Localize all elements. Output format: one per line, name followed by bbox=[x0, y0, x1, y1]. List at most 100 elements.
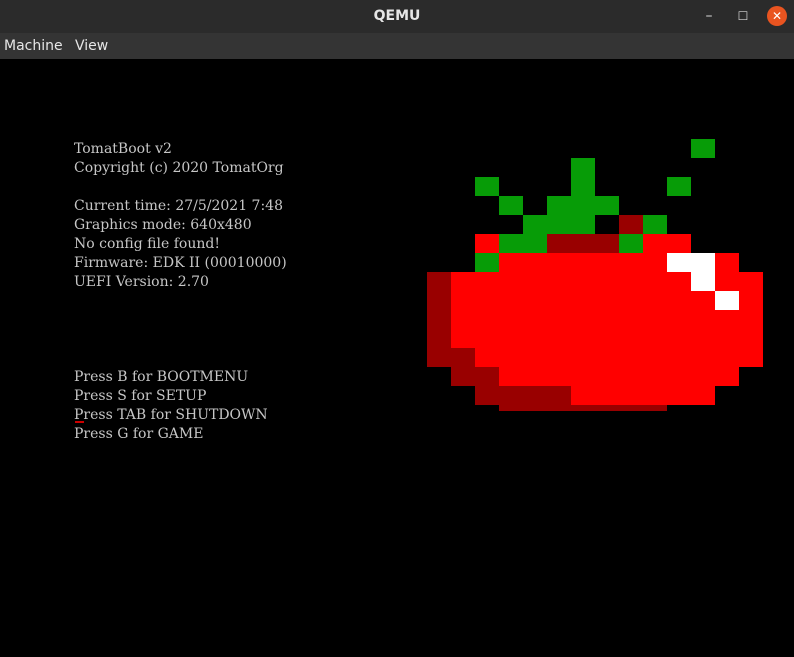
logo-pixel bbox=[619, 272, 643, 291]
logo-pixel bbox=[571, 272, 595, 291]
logo-pixel bbox=[523, 253, 547, 272]
logo-pixel bbox=[547, 329, 571, 348]
logo-pixel bbox=[499, 329, 523, 348]
logo-pixel bbox=[667, 291, 691, 310]
logo-pixel bbox=[547, 215, 571, 234]
logo-pixel bbox=[595, 367, 619, 386]
logo-pixel bbox=[451, 367, 475, 386]
graphics-mode-line: Graphics mode: 640x480 bbox=[74, 217, 252, 233]
logo-pixel bbox=[475, 367, 499, 386]
hint-shutdown: Press TAB for SHUTDOWN bbox=[74, 407, 268, 423]
logo-pixel bbox=[667, 386, 691, 405]
logo-pixel bbox=[595, 348, 619, 367]
logo-pixel bbox=[427, 348, 451, 367]
logo-pixel bbox=[571, 291, 595, 310]
logo-pixel bbox=[643, 310, 667, 329]
firmware-line: Firmware: EDK II (00010000) bbox=[74, 255, 287, 271]
title-bar: QEMU – ☐ ✕ bbox=[0, 0, 794, 33]
logo-pixel bbox=[691, 253, 715, 272]
menu-machine[interactable]: Machine bbox=[4, 33, 63, 59]
logo-pixel bbox=[595, 310, 619, 329]
logo-pixel bbox=[571, 215, 595, 234]
logo-pixel bbox=[643, 234, 667, 253]
close-button[interactable]: ✕ bbox=[767, 6, 787, 26]
logo-pixel bbox=[547, 386, 571, 405]
logo-pixel bbox=[691, 139, 715, 158]
vm-display[interactable]: TomatBoot v2 Copyright (c) 2020 TomatOrg … bbox=[0, 59, 794, 657]
logo-pixel bbox=[451, 272, 475, 291]
logo-pixel bbox=[499, 386, 523, 405]
logo-pixel bbox=[475, 291, 499, 310]
logo-pixel bbox=[691, 272, 715, 291]
logo-pixel bbox=[523, 215, 547, 234]
copyright-line: Copyright (c) 2020 TomatOrg bbox=[74, 160, 284, 176]
minimize-button[interactable]: – bbox=[699, 6, 719, 26]
logo-pixel bbox=[523, 310, 547, 329]
logo-pixel bbox=[547, 348, 571, 367]
logo-pixel bbox=[523, 348, 547, 367]
logo-pixel bbox=[427, 310, 451, 329]
logo-pixel bbox=[715, 310, 739, 329]
logo-pixel bbox=[523, 405, 547, 411]
maximize-button[interactable]: ☐ bbox=[733, 6, 753, 26]
boot-title: TomatBoot v2 bbox=[74, 141, 172, 157]
logo-pixel bbox=[523, 367, 547, 386]
logo-pixel bbox=[571, 329, 595, 348]
logo-pixel bbox=[691, 348, 715, 367]
logo-pixel bbox=[475, 348, 499, 367]
logo-pixel bbox=[715, 348, 739, 367]
logo-pixel bbox=[643, 329, 667, 348]
logo-pixel bbox=[571, 405, 595, 411]
logo-pixel bbox=[475, 386, 499, 405]
logo-pixel bbox=[715, 253, 739, 272]
logo-pixel bbox=[499, 253, 523, 272]
logo-pixel bbox=[571, 348, 595, 367]
logo-pixel bbox=[619, 215, 643, 234]
logo-pixel bbox=[667, 310, 691, 329]
menu-bar: Machine View bbox=[0, 33, 794, 59]
logo-pixel bbox=[427, 291, 451, 310]
logo-pixel bbox=[451, 291, 475, 310]
logo-pixel bbox=[691, 386, 715, 405]
hint-bootmenu: Press B for BOOTMENU bbox=[74, 369, 249, 385]
logo-pixel bbox=[667, 329, 691, 348]
uefi-version-line: UEFI Version: 2.70 bbox=[74, 274, 209, 290]
window-title: QEMU bbox=[373, 8, 421, 24]
logo-pixel bbox=[547, 310, 571, 329]
logo-pixel bbox=[619, 234, 643, 253]
logo-pixel bbox=[475, 234, 499, 253]
logo-pixel bbox=[571, 253, 595, 272]
logo-pixel bbox=[475, 310, 499, 329]
logo-pixel bbox=[571, 386, 595, 405]
logo-pixel bbox=[595, 196, 619, 215]
logo-pixel bbox=[571, 234, 595, 253]
logo-pixel bbox=[595, 405, 619, 411]
logo-pixel bbox=[571, 196, 595, 215]
logo-pixel bbox=[499, 291, 523, 310]
logo-pixel bbox=[523, 386, 547, 405]
logo-pixel bbox=[619, 253, 643, 272]
logo-pixel bbox=[667, 177, 691, 196]
logo-pixel bbox=[739, 310, 763, 329]
menu-view[interactable]: View bbox=[75, 33, 108, 59]
logo-pixel bbox=[715, 329, 739, 348]
boot-info: TomatBoot v2 Copyright (c) 2020 TomatOrg … bbox=[74, 140, 287, 292]
logo-pixel bbox=[523, 272, 547, 291]
logo-pixel bbox=[619, 367, 643, 386]
logo-pixel bbox=[715, 272, 739, 291]
text-cursor bbox=[75, 421, 84, 423]
logo-pixel bbox=[499, 196, 523, 215]
current-time-line: Current time: 27/5/2021 7:48 bbox=[74, 198, 283, 214]
logo-pixel bbox=[619, 329, 643, 348]
logo-pixel bbox=[739, 272, 763, 291]
logo-pixel bbox=[475, 253, 499, 272]
logo-pixel bbox=[499, 272, 523, 291]
logo-pixel bbox=[643, 348, 667, 367]
logo-pixel bbox=[499, 405, 523, 411]
logo-pixel bbox=[547, 405, 571, 411]
logo-pixel bbox=[523, 329, 547, 348]
logo-pixel bbox=[547, 253, 571, 272]
logo-pixel bbox=[643, 367, 667, 386]
logo-pixel bbox=[739, 348, 763, 367]
